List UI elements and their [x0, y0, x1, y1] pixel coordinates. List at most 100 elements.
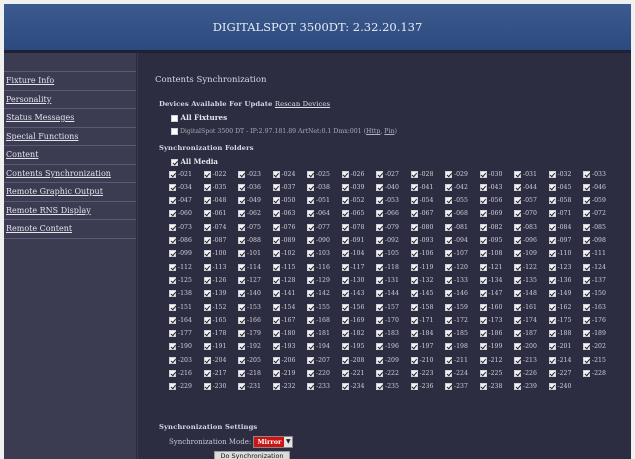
folder-checkbox[interactable]: [169, 316, 176, 324]
folder-checkbox[interactable]: [548, 250, 556, 258]
folder-checkbox[interactable]: [583, 370, 590, 377]
folder-checkbox[interactable]: [307, 290, 314, 298]
folder-checkbox[interactable]: [445, 263, 452, 271]
folder-checkbox[interactable]: [341, 223, 349, 231]
folder-checkbox[interactable]: [548, 183, 556, 191]
folder-checkbox[interactable]: [341, 316, 349, 324]
folder-checkbox[interactable]: [514, 250, 521, 258]
folder-checkbox[interactable]: [272, 197, 280, 205]
folder-checkbox[interactable]: [376, 183, 383, 191]
folder-checkbox[interactable]: [341, 170, 349, 178]
sidebar-item-fixture-info[interactable]: Fixture Info: [4, 71, 136, 91]
folder-checkbox[interactable]: [272, 263, 280, 271]
folder-checkbox[interactable]: [203, 303, 211, 311]
folder-checkbox[interactable]: [341, 276, 349, 284]
folder-checkbox[interactable]: [272, 250, 280, 258]
folder-checkbox[interactable]: [445, 276, 452, 284]
folder-checkbox[interactable]: [203, 263, 211, 271]
folder-checkbox[interactable]: [307, 356, 314, 364]
folder-checkbox[interactable]: [548, 263, 556, 271]
folder-checkbox[interactable]: [583, 170, 590, 178]
folder-checkbox[interactable]: [376, 237, 383, 244]
folder-checkbox[interactable]: [376, 290, 383, 298]
folder-checkbox[interactable]: [376, 210, 383, 218]
folder-checkbox[interactable]: [376, 223, 383, 231]
folder-checkbox[interactable]: [203, 316, 211, 324]
folder-checkbox[interactable]: [583, 183, 590, 191]
folder-checkbox[interactable]: [583, 330, 590, 338]
folder-checkbox[interactable]: [410, 383, 418, 391]
folder-checkbox[interactable]: [238, 170, 245, 178]
folder-checkbox[interactable]: [203, 223, 211, 231]
folder-checkbox[interactable]: [376, 383, 383, 391]
folder-checkbox[interactable]: [514, 223, 521, 231]
folder-checkbox[interactable]: [445, 383, 452, 391]
folder-checkbox[interactable]: [479, 316, 487, 324]
folder-checkbox[interactable]: [445, 183, 452, 191]
folder-checkbox[interactable]: [307, 210, 314, 218]
folder-checkbox[interactable]: [445, 250, 452, 258]
folder-checkbox[interactable]: [238, 250, 245, 258]
folder-checkbox[interactable]: [169, 197, 176, 205]
folder-checkbox[interactable]: [445, 316, 452, 324]
folder-checkbox[interactable]: [341, 343, 349, 351]
folder-checkbox[interactable]: [548, 356, 556, 364]
rescan-devices-link[interactable]: Rescan Devices: [275, 100, 330, 108]
folder-checkbox[interactable]: [479, 170, 487, 178]
sidebar-item-remote-content[interactable]: Remote Content: [4, 220, 136, 239]
folder-checkbox[interactable]: [203, 197, 211, 205]
folder-checkbox[interactable]: [272, 210, 280, 218]
folder-checkbox[interactable]: [445, 290, 452, 298]
folder-checkbox[interactable]: [479, 370, 487, 377]
folder-checkbox[interactable]: [548, 197, 556, 205]
folder-checkbox[interactable]: [307, 303, 314, 311]
folder-checkbox[interactable]: [514, 197, 521, 205]
folder-checkbox[interactable]: [376, 330, 383, 338]
sidebar-item-personality[interactable]: Personality: [4, 91, 136, 109]
folder-checkbox[interactable]: [514, 370, 521, 377]
folder-checkbox[interactable]: [548, 370, 556, 377]
folder-checkbox[interactable]: [376, 370, 383, 377]
folder-checkbox[interactable]: [203, 356, 211, 364]
folder-checkbox[interactable]: [307, 250, 314, 258]
folder-checkbox[interactable]: [583, 250, 590, 258]
folder-checkbox[interactable]: [410, 276, 418, 284]
fixture-pin-link[interactable]: Pin: [384, 128, 394, 135]
folder-checkbox[interactable]: [376, 303, 383, 311]
folder-checkbox[interactable]: [514, 383, 521, 391]
folder-checkbox[interactable]: [238, 303, 245, 311]
folder-checkbox[interactable]: [272, 316, 280, 324]
folder-checkbox[interactable]: [479, 197, 487, 205]
folder-checkbox[interactable]: [410, 263, 418, 271]
folder-checkbox[interactable]: [479, 210, 487, 218]
folder-checkbox[interactable]: [169, 276, 176, 284]
folder-checkbox[interactable]: [307, 170, 314, 178]
folder-checkbox[interactable]: [169, 223, 176, 231]
folder-checkbox[interactable]: [479, 183, 487, 191]
folder-checkbox[interactable]: [341, 383, 349, 391]
folder-checkbox[interactable]: [514, 316, 521, 324]
folder-checkbox[interactable]: [169, 170, 176, 178]
folder-checkbox[interactable]: [169, 183, 176, 191]
folder-checkbox[interactable]: [479, 276, 487, 284]
folder-checkbox[interactable]: [445, 223, 452, 231]
folder-checkbox[interactable]: [203, 170, 211, 178]
folder-checkbox[interactable]: [169, 303, 176, 311]
folder-checkbox[interactable]: [479, 303, 487, 311]
sidebar-item-content[interactable]: Content: [4, 146, 136, 165]
folder-checkbox[interactable]: [410, 223, 418, 231]
folder-checkbox[interactable]: [272, 276, 280, 284]
folder-checkbox[interactable]: [341, 330, 349, 338]
folder-checkbox[interactable]: [514, 237, 521, 244]
folder-checkbox[interactable]: [307, 316, 314, 324]
folder-checkbox[interactable]: [514, 356, 521, 364]
folder-checkbox[interactable]: [410, 210, 418, 218]
folder-checkbox[interactable]: [272, 183, 280, 191]
folder-checkbox[interactable]: [238, 237, 245, 244]
folder-checkbox[interactable]: [548, 330, 556, 338]
folder-checkbox[interactable]: [272, 223, 280, 231]
folder-checkbox[interactable]: [514, 170, 521, 178]
folder-checkbox[interactable]: [341, 183, 349, 191]
folder-checkbox[interactable]: [238, 356, 245, 364]
sidebar-item-remote-graphic-output[interactable]: Remote Graphic Output: [4, 183, 136, 202]
